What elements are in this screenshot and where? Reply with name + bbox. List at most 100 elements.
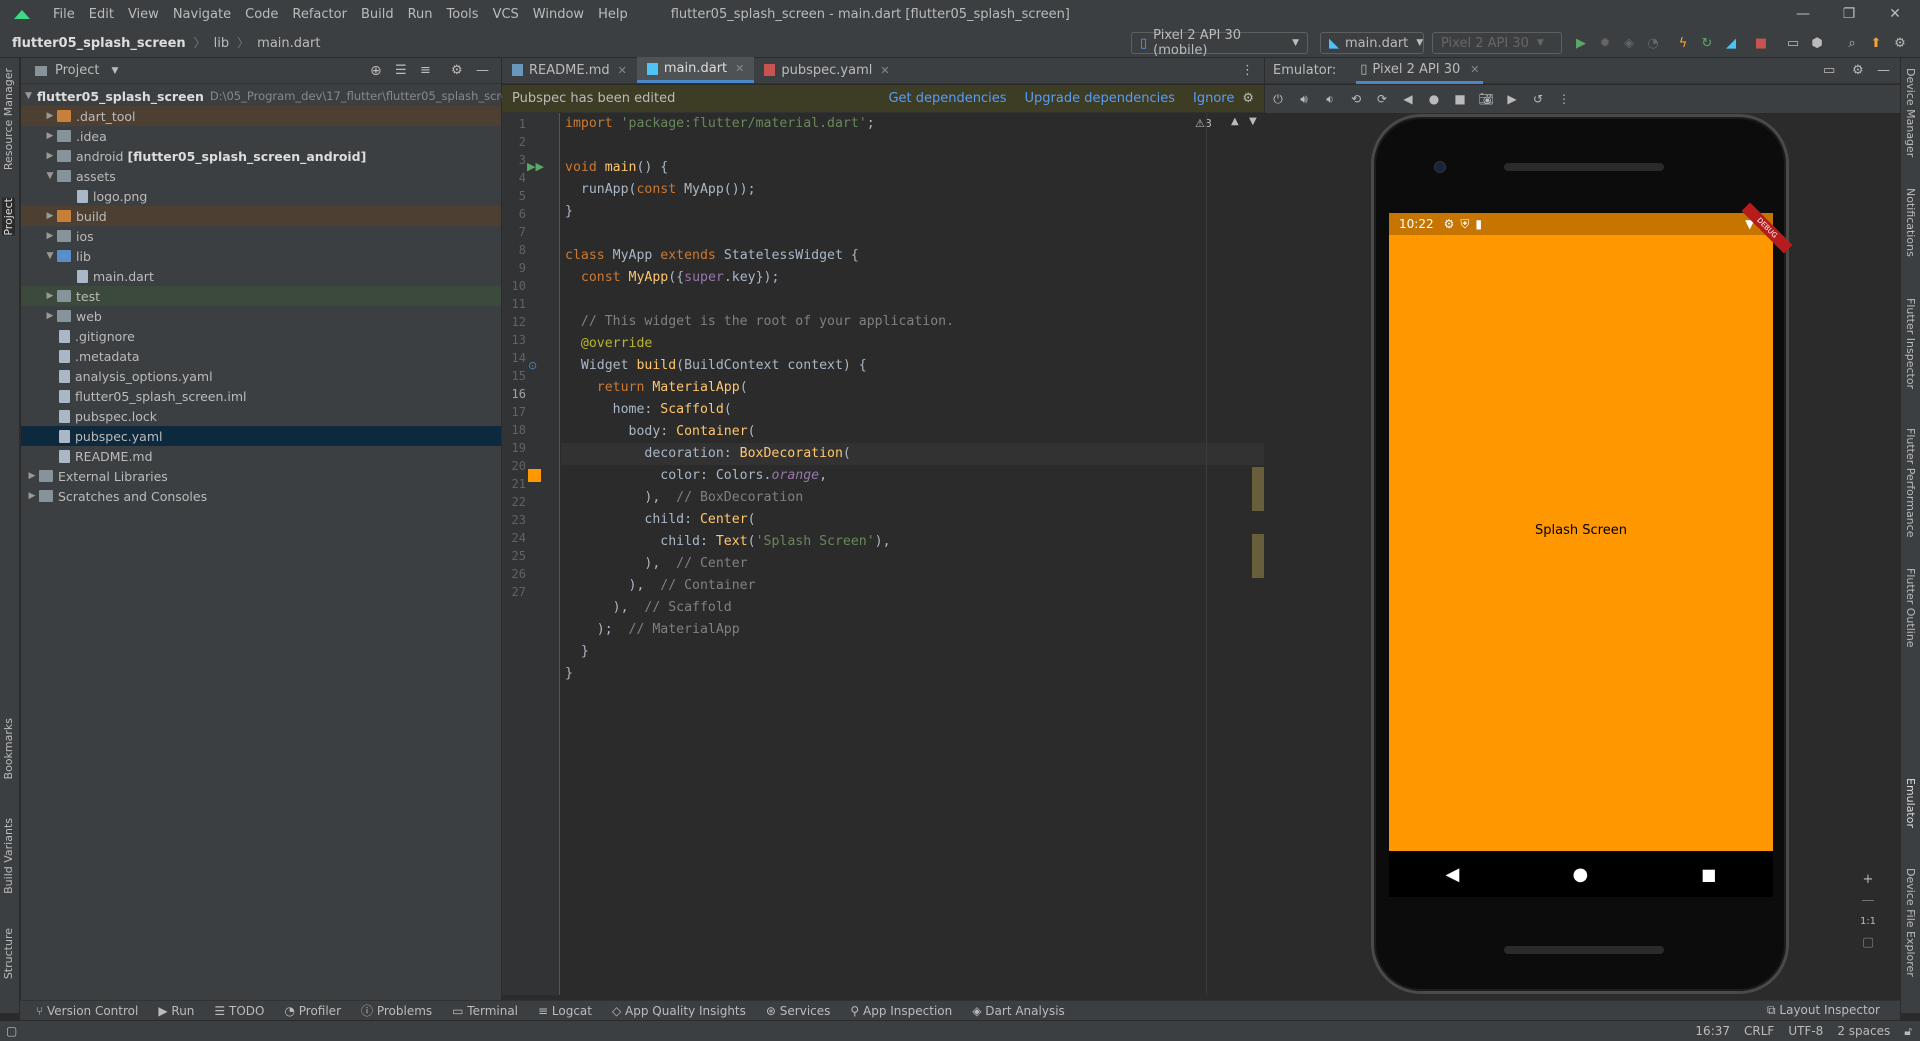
emulator-device-tab[interactable]: ▯ Pixel 2 API 30 ✕ [1356, 58, 1484, 84]
device-manager-icon[interactable]: ▭ [1784, 34, 1802, 52]
menu-view[interactable]: View [121, 7, 166, 22]
tree-item[interactable]: ▶ build [21, 206, 501, 226]
tree-item[interactable]: .metadata [21, 346, 501, 366]
restore-icon[interactable]: ❐ [1826, 0, 1872, 28]
breadcrumb-project[interactable]: flutter05_splash_screen [12, 36, 186, 51]
menu-window[interactable]: Window [526, 7, 591, 22]
sdk-manager-icon[interactable]: ⬢ [1808, 34, 1826, 52]
ignore-link[interactable]: Ignore [1193, 91, 1234, 106]
bookmarks-tab[interactable]: Bookmarks [2, 718, 15, 779]
file-encoding[interactable]: UTF-8 [1788, 1024, 1823, 1038]
chevron-down-icon[interactable]: ▼ [43, 251, 57, 261]
fit-screen-icon[interactable]: ▢ [1856, 935, 1880, 950]
screen-record-icon[interactable]: ▶ [1503, 92, 1521, 106]
coverage-icon[interactable]: ◈ [1620, 34, 1638, 52]
editor-gutter[interactable]: 1 2 3 4 5 6 7 8 9 10 11 12 13 14 15 16 17 18 19 20 21 22 23 24 2… [502, 113, 560, 995]
menu-run[interactable]: Run [401, 7, 440, 22]
tab-pubspec[interactable]: pubspec.yaml ✕ [754, 57, 899, 83]
panel-settings-icon[interactable]: ⚙ [451, 63, 463, 78]
flutter-performance-tab[interactable]: Flutter Performance [1904, 428, 1917, 537]
chevron-right-icon[interactable]: ▶ [25, 471, 39, 481]
stop-icon[interactable]: ■ [1752, 34, 1770, 52]
run-gutter-icon[interactable]: ▶▶ [527, 160, 544, 173]
hide-panel-icon[interactable]: — [1877, 63, 1890, 78]
zoom-in-icon[interactable]: + [1856, 872, 1880, 887]
menu-vcs[interactable]: VCS [486, 7, 526, 22]
run-icon[interactable]: ▶ [1572, 34, 1590, 52]
collapse-all-icon[interactable]: ≡ [420, 63, 431, 78]
device-file-explorer-tab[interactable]: Device File Explorer [1904, 868, 1917, 977]
chevron-right-icon[interactable]: ▶ [43, 131, 57, 141]
status-event-icon[interactable]: ▢ [6, 1024, 17, 1038]
tree-item[interactable]: analysis_options.yaml [21, 366, 501, 386]
tree-item[interactable]: ▶ test [21, 286, 501, 306]
chevron-right-icon[interactable]: ▶ [43, 211, 57, 221]
tree-item[interactable]: main.dart [21, 266, 501, 286]
close-tab-icon[interactable]: ✕ [880, 64, 889, 77]
screenshot-icon[interactable]: 📷︎ [1477, 92, 1495, 106]
services-tab[interactable]: ⊛ Services [766, 1004, 830, 1018]
device-selector[interactable]: ▯ Pixel 2 API 30 (mobile) ▼ [1131, 28, 1308, 58]
close-tab-icon[interactable]: ✕ [1470, 63, 1479, 76]
tree-item[interactable]: ▶ .idea [21, 126, 501, 146]
tree-item[interactable]: ▶ .dart_tool [21, 106, 501, 126]
breadcrumb-file[interactable]: main.dart [257, 36, 320, 51]
phone-back-button[interactable]: ◀ [1446, 864, 1460, 885]
line-separator[interactable]: CRLF [1744, 1024, 1774, 1038]
search-icon[interactable]: ⌕ [1843, 34, 1861, 52]
chevron-right-icon[interactable]: ▶ [43, 291, 57, 301]
profiler-tab[interactable]: ◔ Profiler [284, 1004, 341, 1018]
flutter-inspector-tab[interactable]: Flutter Inspector [1904, 298, 1917, 389]
menu-edit[interactable]: Edit [82, 7, 121, 22]
close-tab-icon[interactable]: ✕ [735, 62, 744, 75]
menu-code[interactable]: Code [238, 7, 285, 22]
menu-tools[interactable]: Tools [440, 7, 486, 22]
volume-down-icon[interactable]: 🔉︎ [1321, 92, 1339, 107]
debug-icon[interactable]: ✹ [1596, 34, 1614, 52]
overview-icon[interactable]: ■ [1451, 92, 1469, 106]
notifications-tab[interactable]: Notifications [1904, 188, 1917, 257]
chevron-right-icon[interactable]: ▶ [43, 311, 57, 321]
terminal-tab[interactable]: ▭ Terminal [452, 1004, 518, 1018]
build-variants-tab[interactable]: Build Variants [2, 818, 15, 894]
todo-tab[interactable]: ☰ TODO [214, 1004, 264, 1018]
menu-refactor[interactable]: Refactor [285, 7, 354, 22]
tree-item[interactable]: pubspec.yaml [21, 426, 501, 446]
tab-readme[interactable]: README.md ✕ [502, 57, 637, 83]
snapshot-icon[interactable]: ↺ [1529, 92, 1547, 106]
zoom-actual-size[interactable]: 1:1 [1856, 916, 1880, 927]
menu-help[interactable]: Help [591, 7, 635, 22]
tab-options-icon[interactable]: ⋮ [1241, 63, 1254, 78]
tree-item[interactable]: ▶ ios [21, 226, 501, 246]
minimize-icon[interactable]: — [1780, 0, 1826, 28]
menu-build[interactable]: Build [354, 7, 401, 22]
menu-file[interactable]: File [46, 7, 82, 22]
power-icon[interactable]: ⏻ [1269, 92, 1287, 107]
zoom-out-icon[interactable]: — [1856, 893, 1880, 908]
app-screen[interactable]: Splash Screen [1389, 213, 1773, 851]
tree-item[interactable]: ▶ External Libraries [21, 466, 501, 486]
emulator-tab[interactable]: Emulator [1904, 778, 1917, 828]
run-tab[interactable]: ▶ Run [158, 1004, 194, 1018]
caret-position[interactable]: 16:37 [1695, 1024, 1730, 1038]
home-icon[interactable]: ● [1425, 92, 1443, 106]
hot-restart-icon[interactable]: ↻ [1698, 34, 1716, 52]
tree-item[interactable]: ▶ Scratches and Consoles [21, 486, 501, 506]
problems-tab[interactable]: ⓘ Problems [361, 1002, 432, 1019]
tree-item[interactable]: README.md [21, 446, 501, 466]
phone-home-button[interactable]: ● [1572, 864, 1588, 885]
hot-reload-icon[interactable]: ϟ [1674, 34, 1692, 52]
chevron-right-icon[interactable]: ▶ [43, 111, 57, 121]
close-tab-icon[interactable]: ✕ [618, 64, 627, 77]
version-control-tab[interactable]: ⑂ Version Control [36, 1004, 138, 1018]
expand-all-icon[interactable]: ☰ [395, 63, 407, 78]
phone-overview-button[interactable]: ■ [1701, 865, 1716, 884]
tree-item[interactable]: .gitignore [21, 326, 501, 346]
tree-item[interactable]: pubspec.lock [21, 406, 501, 426]
locate-icon[interactable]: ⊕ [370, 63, 382, 79]
rotate-left-icon[interactable]: ⟲ [1347, 92, 1365, 106]
device-manager-tab[interactable]: Device Manager [1904, 68, 1917, 157]
run-config-selector[interactable]: ◣ main.dart ▼ [1320, 32, 1424, 54]
emulator-settings-icon[interactable]: ⚙ [1852, 63, 1864, 78]
indent-setting[interactable]: 2 spaces [1837, 1024, 1890, 1038]
